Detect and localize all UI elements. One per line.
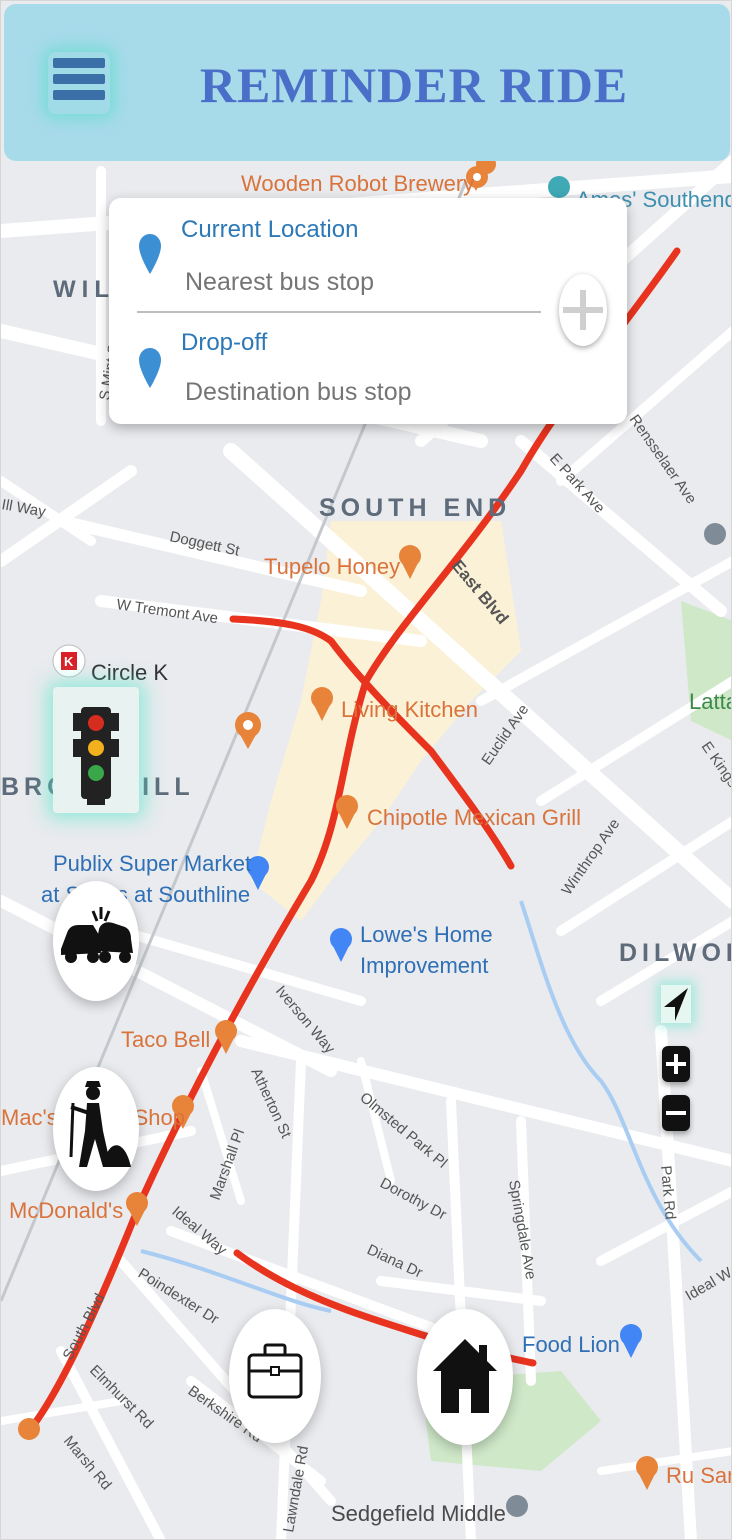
- zoom-in-icon: [666, 1054, 686, 1074]
- neighborhood-label: WIL: [53, 276, 115, 303]
- pickup-stop-input[interactable]: [185, 268, 555, 297]
- neighborhood-label: SOUTH END: [319, 494, 511, 522]
- zoom-out-icon: [666, 1111, 686, 1115]
- car-crash-icon: [61, 907, 133, 963]
- app-frame: K Wooden Robot Brewery Ames' Southend WI…: [0, 0, 732, 1540]
- zoom-in-button[interactable]: [662, 1046, 690, 1082]
- place-label: Chipotle Mexican Grill: [367, 805, 581, 830]
- locate-button[interactable]: [661, 985, 691, 1023]
- place-label: Latta: [689, 689, 732, 714]
- place-label: Lowe's Home: [360, 922, 493, 947]
- map-pin-icon: [139, 348, 161, 388]
- current-location-label: Current Location: [181, 216, 359, 243]
- neighborhood-label: DILWOR: [619, 939, 732, 967]
- card-divider: [137, 311, 541, 313]
- hamburger-icon-bar: [53, 74, 105, 84]
- zoom-out-button[interactable]: [662, 1095, 690, 1131]
- traffic-light-button[interactable]: [53, 687, 139, 813]
- place-label: Publix Super Market: [53, 851, 251, 876]
- place-label: Taco Bell: [121, 1027, 210, 1052]
- road-work-button[interactable]: [53, 1067, 139, 1191]
- traffic-light-icon: [73, 707, 119, 805]
- place-label: Sedgefield Middle: [331, 1501, 506, 1526]
- place-label: Wooden Robot Brewery: [241, 171, 474, 196]
- home-destination-button[interactable]: [417, 1309, 513, 1445]
- place-label: Improvement: [360, 953, 488, 978]
- house-icon: [433, 1339, 497, 1413]
- svg-text:K: K: [64, 654, 74, 669]
- place-label: Ru San: [666, 1463, 732, 1488]
- dropoff-stop-input[interactable]: [185, 378, 555, 407]
- place-label: Food Lion: [522, 1332, 620, 1357]
- work-destination-button[interactable]: [229, 1309, 321, 1443]
- place-label: Tupelo Honey: [264, 554, 400, 579]
- briefcase-icon: [247, 1343, 303, 1399]
- app-header: REMINDER RIDE: [4, 4, 730, 161]
- add-stop-button[interactable]: [559, 274, 607, 346]
- app-title: REMINDER RIDE: [199, 57, 629, 113]
- hamburger-icon: [53, 58, 105, 68]
- hamburger-icon-bar: [53, 90, 105, 100]
- route-input-card: Current Location Drop-off: [109, 198, 627, 424]
- place-label: McDonald's: [9, 1198, 123, 1223]
- menu-button[interactable]: [48, 52, 110, 114]
- road-work-icon: [69, 1081, 131, 1167]
- dropoff-label: Drop-off: [181, 329, 268, 356]
- navigation-arrow-icon: [664, 988, 688, 1021]
- map-pin-icon: [139, 234, 161, 274]
- plus-icon: [563, 290, 603, 330]
- circle-k-pin: K: [52, 644, 86, 678]
- place-label: Circle K: [91, 660, 168, 685]
- place-label: Living Kitchen: [341, 697, 478, 722]
- accident-report-button[interactable]: [53, 881, 139, 1001]
